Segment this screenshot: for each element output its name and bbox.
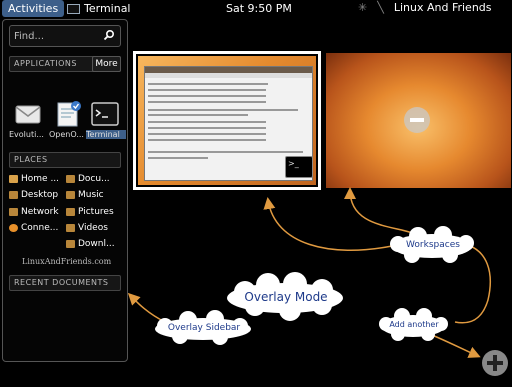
arrow-to-workspace-1: [263, 197, 393, 251]
annotation-overlay-sidebar: Overlay Sidebar: [167, 323, 241, 333]
arrow-workspaces-right: [454, 245, 492, 324]
annotation-overlay-mode: Overlay Mode: [244, 290, 328, 304]
arrow-to-workspace-2: [344, 187, 421, 237]
annotation-add-another: Add another: [389, 320, 439, 329]
annotation-workspaces: Workspaces: [406, 240, 460, 250]
arrow-to-sidebar: [127, 292, 166, 323]
